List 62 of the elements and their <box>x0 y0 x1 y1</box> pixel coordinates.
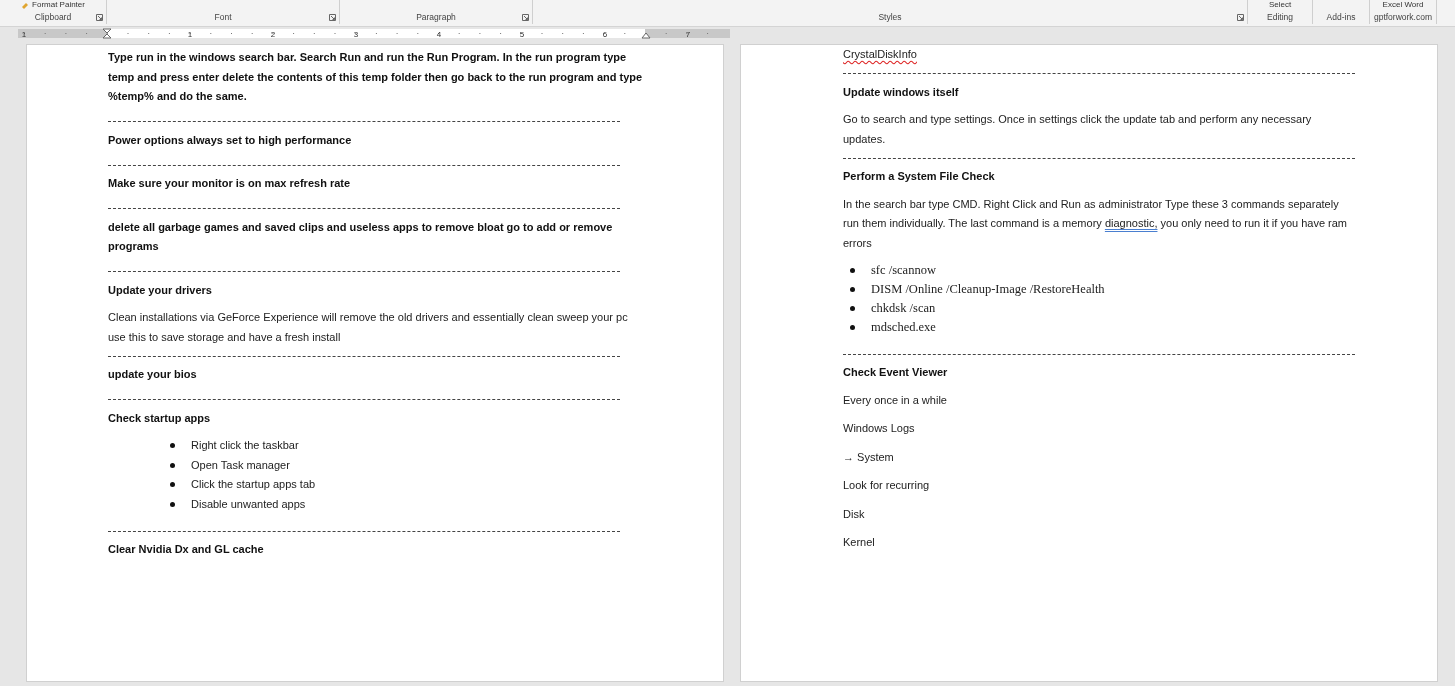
group-label: Add-ins <box>1326 11 1356 23</box>
dialog-launcher-icon[interactable] <box>96 14 103 21</box>
paragraph: Kernel <box>843 535 876 550</box>
paragraph: → System <box>843 449 895 465</box>
group-label: Paragraph <box>416 11 456 23</box>
add-in-button[interactable]: Excel Word <box>1382 0 1424 10</box>
group-label: Editing <box>1267 11 1293 23</box>
heading-text: Type run in the windows search bar. Search Run and run the Run Program. In the run program type temp and press enter delete the contents of this temp folder then go back to the run program and type %temp% and do the same. <box>108 50 644 104</box>
ruler-number: 3 <box>353 30 359 39</box>
list-item-text: mdsched.exe <box>871 319 936 336</box>
heading-text: Update your drivers <box>108 282 213 298</box>
bullet-icon <box>170 462 175 468</box>
group-label: Styles <box>878 11 902 23</box>
heading-text: Check Event Viewer <box>843 365 949 380</box>
ruler-number: 1 <box>187 30 193 39</box>
list-item-text: Click the startup apps tab <box>191 477 316 492</box>
list-item-text: Right click the taskbar <box>191 438 299 453</box>
list-item-text: chkdsk /scan <box>871 300 936 317</box>
bullet-icon <box>850 325 855 330</box>
bullet-icon <box>850 306 855 311</box>
ruler-number: 7 <box>685 30 691 39</box>
group-label: Font <box>214 11 232 23</box>
heading-text: Power options always set to high performance <box>108 132 353 148</box>
heading-text: Check startup apps <box>108 410 212 426</box>
list-item-text: Open Task manager <box>191 457 290 473</box>
ruler-number: 1 <box>21 30 27 39</box>
ruler-number: 5 <box>519 30 525 39</box>
select-button[interactable]: Select <box>1268 0 1292 10</box>
heading-text: Update windows itself <box>843 84 960 100</box>
bullet-icon <box>170 501 175 507</box>
dialog-launcher-icon[interactable] <box>522 14 529 21</box>
bullet-icon <box>170 443 175 449</box>
dialog-launcher-icon[interactable] <box>329 14 336 21</box>
heading-text: Clear Nvidia Dx and GL cache <box>108 542 265 557</box>
heading-text: delete all garbage games and saved clips and useless apps to remove bloat go to add or remove programs <box>108 219 614 254</box>
list-item-text: sfc /scannow <box>871 262 936 279</box>
group-label: gptforwork.com <box>1373 11 1433 23</box>
indent-marker-icon[interactable] <box>102 28 112 39</box>
paintbrush-icon <box>21 1 31 9</box>
bullet-icon <box>170 482 175 488</box>
paragraph: Go to search and type settings. Once in settings click the update tab and perform any necessary updates. <box>843 112 1313 147</box>
paragraph: CrystalDiskInfo <box>843 47 918 62</box>
heading-text: Perform a System File Check <box>843 169 996 184</box>
ruler-number: 6 <box>602 30 608 39</box>
dialog-launcher-icon[interactable] <box>1237 14 1244 21</box>
paragraph: Disk <box>843 506 866 522</box>
paragraph: Every once in a while <box>843 392 948 408</box>
ruler-number: 4 <box>436 30 442 39</box>
paragraph: Clean installations via GeForce Experience will remove the old drivers and essentially clean sweep your pc use this to save storage and have a fresh install <box>108 310 629 345</box>
paragraph: In the search bar type CMD. Right Click and Run as administrator Type these 3 commands separately run them individually. The last command is a memory diagnostic, you only need to run it if you have ram errors <box>843 196 1349 251</box>
paragraph: Look for recurring <box>843 478 931 493</box>
list-item-text: DISM /Online /Cleanup-Image /RestoreHealth <box>871 281 1105 298</box>
list-item-text: Disable unwanted apps <box>191 496 306 512</box>
heading-text: Make sure your monitor is on max refresh rate <box>108 176 352 191</box>
bullet-icon <box>850 287 855 292</box>
paragraph: Windows Logs <box>843 421 916 436</box>
group-label: Clipboard <box>34 11 72 23</box>
ruler-number: 2 <box>270 30 276 39</box>
heading-text: update your bios <box>108 367 198 382</box>
bullet-icon <box>850 268 855 273</box>
format-painter-button[interactable]: Format Painter <box>21 0 85 10</box>
indent-marker-icon[interactable] <box>641 32 651 39</box>
